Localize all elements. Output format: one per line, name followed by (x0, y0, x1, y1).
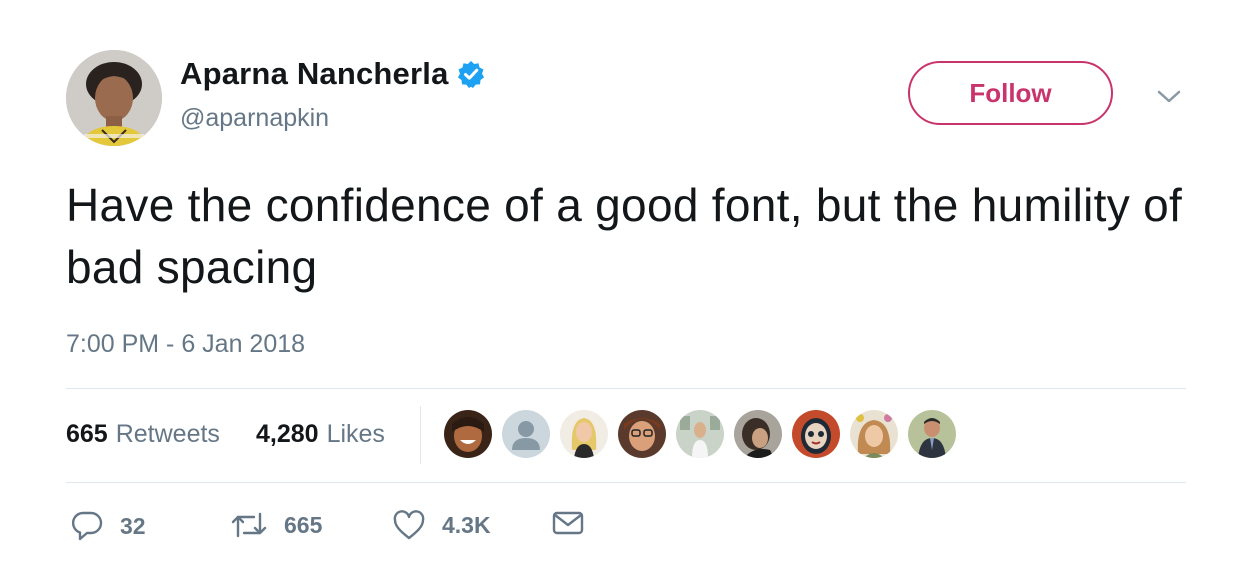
liker-avatar[interactable] (676, 410, 724, 458)
author-avatar[interactable] (66, 50, 162, 146)
likes-label: Likes (326, 420, 385, 448)
like-count: 4.3K (442, 511, 491, 538)
liker-avatar[interactable] (444, 410, 492, 458)
chevron-down-icon[interactable] (1154, 84, 1184, 108)
author-handle[interactable]: @aparnapkin (180, 104, 329, 133)
verified-badge-icon (457, 60, 485, 88)
liker-avatar[interactable] (734, 410, 782, 458)
tweet-text: Have the confidence of a good font, but … (66, 179, 1183, 293)
liker-avatar[interactable] (560, 410, 608, 458)
liker-avatar[interactable] (792, 410, 840, 458)
divider (66, 482, 1186, 483)
follow-button[interactable]: Follow (908, 61, 1113, 125)
liker-avatar[interactable] (850, 410, 898, 458)
retweet-button[interactable]: 665 (230, 510, 322, 540)
tweet-timestamp[interactable]: 7:00 PM - 6 Jan 2018 (66, 330, 305, 359)
reply-button[interactable]: 32 (70, 510, 146, 542)
reply-count: 32 (120, 512, 146, 539)
like-button[interactable]: 4.3K (392, 510, 491, 540)
stats-divider (420, 406, 421, 464)
author-name-row[interactable]: Aparna Nancherla (180, 56, 485, 92)
author-display-name[interactable]: Aparna Nancherla (180, 56, 449, 92)
likes-count: 4,280 (256, 420, 319, 448)
reply-icon (70, 510, 104, 542)
liker-avatar[interactable] (618, 410, 666, 458)
retweet-count: 665 (284, 511, 323, 538)
retweet-icon (230, 510, 268, 540)
retweets-stat[interactable]: 665 Retweets (66, 420, 220, 449)
retweets-label: Retweets (115, 420, 220, 448)
likes-stat[interactable]: 4,280 Likes (256, 420, 385, 449)
liker-avatar[interactable] (502, 410, 550, 458)
heart-icon (392, 510, 426, 540)
liker-avatar[interactable] (908, 410, 956, 458)
divider (66, 388, 1186, 389)
liker-avatars (444, 410, 966, 458)
retweets-count: 665 (66, 420, 108, 448)
envelope-icon (552, 510, 584, 536)
direct-message-button[interactable] (552, 510, 584, 536)
tweet-card: Aparna Nancherla @aparnapkin Follow Have… (0, 0, 1242, 586)
